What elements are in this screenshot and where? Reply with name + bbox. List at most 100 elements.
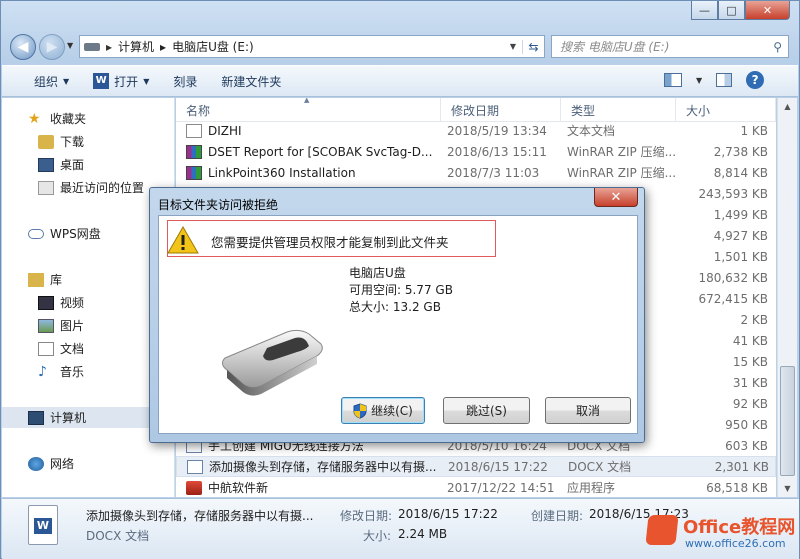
recent-pages-chevron-icon[interactable]: ▼ xyxy=(67,41,73,50)
file-size: 2,738 KB xyxy=(713,144,768,159)
file-size: 603 KB xyxy=(725,438,768,453)
breadcrumb-drive[interactable]: 电脑店U盘 (E:) xyxy=(172,38,254,55)
new-folder-button[interactable]: 新建文件夹 xyxy=(209,69,293,93)
file-size: 31 KB xyxy=(732,375,768,390)
nav-favorites[interactable]: ★ 收藏夹 xyxy=(28,108,200,129)
breadcrumb-computer[interactable]: 计算机 xyxy=(118,38,154,55)
scroll-up-icon[interactable]: ▲ xyxy=(778,98,797,115)
nav-desktop-label: 桌面 xyxy=(60,158,85,172)
scrollbar-thumb[interactable] xyxy=(780,366,795,476)
nav-videos-label: 视频 xyxy=(60,296,85,310)
watermark-logo: Office教程网 www.office26.com xyxy=(641,511,800,557)
back-button[interactable]: ◀ xyxy=(10,34,36,60)
file-size: 1,501 KB xyxy=(713,249,768,264)
dialog-close-button[interactable]: ✕ xyxy=(594,188,638,207)
table-row[interactable]: DSET Report for [SCOBAK SvcTag-D... 2018/… xyxy=(176,141,776,162)
uac-shield-icon xyxy=(353,402,367,419)
file-date: 2018/6/13 15:11 xyxy=(447,144,547,159)
file-type: WinRAR ZIP 压缩... xyxy=(567,166,676,180)
refresh-icon[interactable]: ⇆ xyxy=(522,39,544,54)
file-type: 应用程序 xyxy=(567,481,616,495)
view-dropdown-icon[interactable]: ▼ xyxy=(696,76,702,85)
organize-button[interactable]: 组织 ▼ xyxy=(22,69,81,93)
column-date-label: 修改日期 xyxy=(451,103,500,118)
downloads-folder-icon xyxy=(38,134,54,149)
file-type: WinRAR ZIP 压缩... xyxy=(567,145,676,159)
file-name-cell: DIZHI xyxy=(176,123,441,138)
open-button[interactable]: W 打开 ▼ xyxy=(81,69,161,93)
skip-label: 跳过(S) xyxy=(466,404,507,418)
details-size-value: 2.24 MB xyxy=(398,527,448,541)
file-date: 2018/5/19 13:34 xyxy=(447,123,547,138)
word-icon: W xyxy=(93,73,110,89)
forward-button[interactable]: ▶ xyxy=(39,34,65,60)
address-dropdown-icon[interactable]: ▼ xyxy=(510,42,522,51)
file-size: 2 KB xyxy=(740,312,768,327)
access-denied-dialog: 目标文件夹访问被拒绝 ✕ 您需要提供管理员权限才能复制到此文件夹 电脑店U盘 可… xyxy=(149,187,645,443)
close-button[interactable]: ✕ xyxy=(745,1,790,20)
breadcrumb-separator-icon[interactable]: ▸ xyxy=(106,40,112,54)
column-type[interactable]: 类型 xyxy=(561,98,676,122)
address-bar[interactable]: ▸ 计算机 ▸ 电脑店U盘 (E:) ▼ ⇆ xyxy=(79,35,545,58)
pictures-icon xyxy=(38,318,54,333)
docx-large-icon: W xyxy=(28,505,58,545)
recent-places-icon xyxy=(38,180,54,195)
watermark-url: www.office26.com xyxy=(685,537,786,550)
nav-network-label: 网络 xyxy=(50,457,75,471)
table-row[interactable]: 添加摄像头到存储，存储服务器中以有摄... 2018/6/15 17:22 DOCX… xyxy=(176,456,776,477)
nav-favorites-label: 收藏夹 xyxy=(50,112,87,126)
file-date: 2018/7/3 11:03 xyxy=(447,165,540,180)
burn-button[interactable]: 刻录 xyxy=(161,69,209,93)
help-icon[interactable]: ? xyxy=(746,71,765,89)
dialog-body: 您需要提供管理员权限才能复制到此文件夹 电脑店U盘 可用空间: 5.77 GB … xyxy=(158,215,638,434)
desktop-icon xyxy=(38,157,54,172)
column-date[interactable]: 修改日期 xyxy=(441,98,561,122)
details-file-name: 添加摄像头到存储，存储服务器中以有摄... xyxy=(86,509,314,523)
dialog-title: 目标文件夹访问被拒绝 xyxy=(158,198,279,212)
file-size: 8,814 KB xyxy=(713,165,768,180)
file-size: 92 KB xyxy=(732,396,768,411)
breadcrumb-separator-icon[interactable]: ▸ xyxy=(160,40,166,54)
column-type-label: 类型 xyxy=(571,103,596,118)
details-modified-value: 2018/6/15 17:22 xyxy=(398,507,498,521)
nav-wps-label: WPS网盘 xyxy=(50,227,101,241)
command-bar: 组织 ▼ W 打开 ▼ 刻录 新建文件夹 ▼ ? xyxy=(2,65,798,97)
minimize-button[interactable]: — xyxy=(691,1,718,20)
nav-recent-label: 最近访问的位置 xyxy=(60,181,145,195)
burn-label: 刻录 xyxy=(173,74,198,89)
warning-icon xyxy=(167,226,199,254)
scroll-down-icon[interactable]: ▼ xyxy=(778,480,797,497)
column-headers: 名称 ▲ 修改日期 类型 大小 xyxy=(176,98,776,122)
file-name: 中航软件新 xyxy=(208,481,269,495)
nav-network[interactable]: 网络 xyxy=(28,453,200,474)
file-size: 1 KB xyxy=(740,123,768,138)
nav-downloads-label: 下载 xyxy=(60,135,85,149)
window-controls: — □ ✕ xyxy=(691,1,790,21)
file-size: 950 KB xyxy=(725,417,768,432)
view-options-icon[interactable] xyxy=(664,73,682,87)
file-size: 672,415 KB xyxy=(698,291,768,306)
file-name: DIZHI xyxy=(208,123,242,138)
continue-button[interactable]: 继续(C) xyxy=(341,397,425,424)
column-size[interactable]: 大小 xyxy=(676,98,776,122)
table-row[interactable]: DIZHI 2018/5/19 13:34 文本文档 1 KB xyxy=(176,120,776,141)
file-name-cell: DSET Report for [SCOBAK SvcTag-D... xyxy=(176,144,441,159)
table-row[interactable]: LinkPoint360 Installation 2018/7/3 11:03 W… xyxy=(176,162,776,183)
drive-icon xyxy=(84,42,100,51)
documents-icon xyxy=(38,341,54,356)
maximize-button[interactable]: □ xyxy=(718,1,745,20)
file-name: LinkPoint360 Installation xyxy=(208,165,356,180)
vertical-scrollbar[interactable]: ▲ ▼ xyxy=(777,98,797,497)
file-name: 添加摄像头到存储，存储服务器中以有摄... xyxy=(209,460,437,474)
preview-pane-icon[interactable] xyxy=(716,73,733,87)
file-type: DOCX 文档 xyxy=(568,460,632,474)
cloud-icon xyxy=(28,228,44,239)
search-input[interactable]: 搜索 电脑店U盘 (E:) ⚲ xyxy=(551,35,789,58)
column-name[interactable]: 名称 ▲ xyxy=(176,98,441,122)
file-type: 文本文档 xyxy=(567,124,616,138)
skip-button[interactable]: 跳过(S) xyxy=(443,397,530,424)
file-size: 4,927 KB xyxy=(713,228,768,243)
cancel-button[interactable]: 取消 xyxy=(545,397,631,424)
table-row[interactable]: 中航软件新 2017/12/22 14:51 应用程序 68,518 KB xyxy=(176,477,776,497)
details-size-label: 大小: xyxy=(363,529,392,543)
